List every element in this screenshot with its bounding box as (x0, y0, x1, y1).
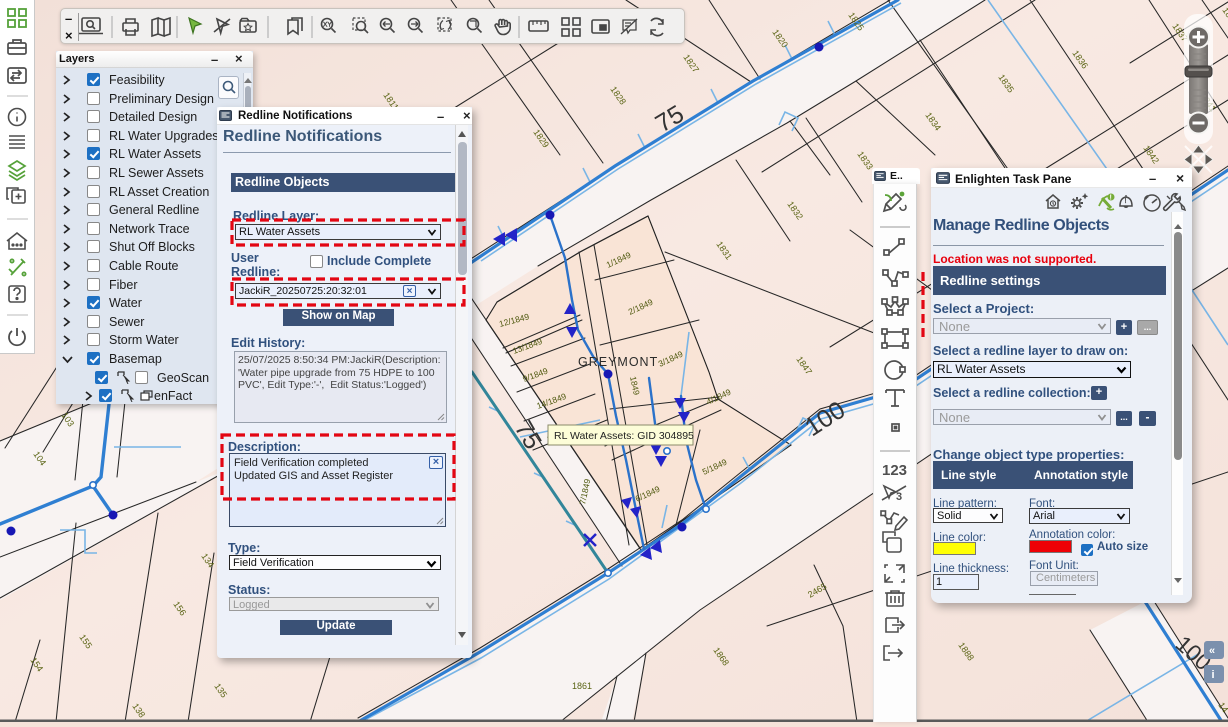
svg-text:!: ! (1110, 195, 1112, 202)
svg-text:1861: 1861 (572, 681, 592, 691)
svg-text:123: 123 (882, 462, 907, 479)
svg-text:RL Water Assets: GID 304895: RL Water Assets: GID 304895 (554, 430, 694, 442)
svg-text:«: « (1209, 645, 1215, 657)
svg-text:3: 3 (896, 491, 902, 503)
svg-text:XY: XY (323, 22, 332, 29)
svg-text:GREYMONT: GREYMONT (578, 355, 658, 369)
svg-text:i: i (1212, 669, 1215, 681)
svg-text:!: ! (1125, 196, 1127, 205)
